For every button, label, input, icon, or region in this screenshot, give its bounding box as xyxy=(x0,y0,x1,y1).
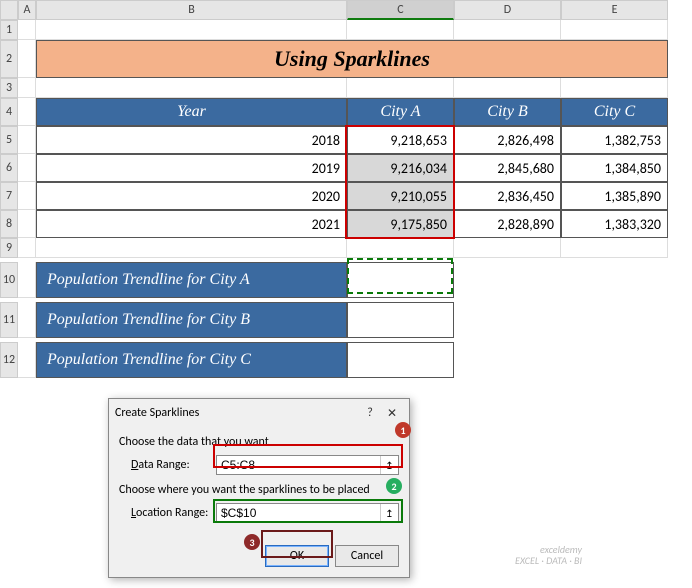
row-header-2[interactable]: 2 xyxy=(0,40,18,78)
collapse-dialog-icon-2[interactable]: ↥ xyxy=(380,504,398,522)
row-header-11[interactable]: 11 xyxy=(0,302,18,338)
cell-b1[interactable] xyxy=(36,20,347,40)
data-range-label: Data Range: xyxy=(131,458,216,472)
cell-d9[interactable] xyxy=(454,238,561,258)
dialog-section1-label: Choose the data that you want xyxy=(119,435,269,449)
cell-a10[interactable] xyxy=(18,262,36,298)
row-header-4[interactable]: 4 xyxy=(0,98,18,126)
cell-d6[interactable]: 2,845,680 xyxy=(454,154,561,182)
cell-a6[interactable] xyxy=(18,154,36,182)
cell-a5[interactable] xyxy=(18,126,36,154)
cell-c9[interactable] xyxy=(347,238,454,258)
select-all-corner[interactable] xyxy=(0,0,18,20)
row-header-8[interactable]: 8 xyxy=(0,210,18,238)
cell-b9[interactable] xyxy=(36,238,347,258)
cell-d8[interactable]: 2,828,890 xyxy=(454,210,561,238)
header-city-a: City A xyxy=(347,98,454,126)
cell-c8[interactable]: 9,175,850 xyxy=(347,210,454,238)
cell-c3[interactable] xyxy=(347,78,454,98)
callout-3-icon: 3 xyxy=(244,534,260,550)
cell-a2[interactable] xyxy=(18,40,36,78)
cell-e5[interactable]: 1,382,753 xyxy=(561,126,668,154)
row-header-12[interactable]: 12 xyxy=(0,342,18,378)
row-header-9[interactable]: 9 xyxy=(0,238,18,258)
cell-e9[interactable] xyxy=(561,238,668,258)
header-city-b: City B xyxy=(454,98,561,126)
page-title: Using Sparklines xyxy=(36,40,668,78)
row-header-10[interactable]: 10 xyxy=(0,262,18,298)
col-header-d[interactable]: D xyxy=(454,0,561,20)
header-year: Year xyxy=(36,98,347,126)
cell-c12[interactable] xyxy=(347,342,454,378)
row-header-5[interactable]: 5 xyxy=(0,126,18,154)
callout-1-icon: 1 xyxy=(395,422,411,438)
row-header-3[interactable]: 3 xyxy=(0,78,18,98)
location-range-input[interactable] xyxy=(217,504,380,522)
dialog-titlebar[interactable]: Create Sparklines ? ✕ xyxy=(109,399,409,427)
cell-e8[interactable]: 1,383,320 xyxy=(561,210,668,238)
data-range-input[interactable] xyxy=(217,456,380,474)
cell-a9[interactable] xyxy=(18,238,36,258)
callout-2-icon: 2 xyxy=(386,478,402,494)
cell-c5[interactable]: 9,218,653 xyxy=(347,126,454,154)
col-header-a[interactable]: A xyxy=(18,0,36,20)
row-header-1[interactable]: 1 xyxy=(0,20,18,40)
cell-year-2018[interactable]: 2018 xyxy=(36,126,347,154)
header-city-c: City C xyxy=(561,98,668,126)
col-header-c[interactable]: C xyxy=(347,0,454,20)
cell-c1[interactable] xyxy=(347,20,454,40)
dialog-title-text: Create Sparklines xyxy=(115,406,359,420)
create-sparklines-dialog: Create Sparklines ? ✕ Choose the data th… xyxy=(108,398,410,578)
trend-label-a: Population Trendline for City A xyxy=(36,262,347,298)
cell-a3[interactable] xyxy=(18,78,36,98)
cell-d1[interactable] xyxy=(454,20,561,40)
cell-a8[interactable] xyxy=(18,210,36,238)
trend-label-c: Population Trendline for City C xyxy=(36,342,347,378)
col-header-e[interactable]: E xyxy=(561,0,668,20)
trend-label-b: Population Trendline for City B xyxy=(36,302,347,338)
cell-c11[interactable] xyxy=(347,302,454,338)
row-header-7[interactable]: 7 xyxy=(0,182,18,210)
close-icon[interactable]: ✕ xyxy=(381,403,403,423)
cell-c7[interactable]: 9,210,055 xyxy=(347,182,454,210)
location-range-label: Location Range: xyxy=(131,506,216,520)
cell-e6[interactable]: 1,384,850 xyxy=(561,154,668,182)
cell-a11[interactable] xyxy=(18,302,36,338)
dialog-section2-label: Choose where you want the sparklines to … xyxy=(119,483,370,497)
cell-d3[interactable] xyxy=(454,78,561,98)
collapse-dialog-icon[interactable]: ↥ xyxy=(380,456,398,474)
column-header-row: A B C D E xyxy=(0,0,692,20)
cell-a4[interactable] xyxy=(18,98,36,126)
row-header-6[interactable]: 6 xyxy=(0,154,18,182)
cell-d7[interactable]: 2,836,450 xyxy=(454,182,561,210)
cell-a1[interactable] xyxy=(18,20,36,40)
cell-c6[interactable]: 9,216,034 xyxy=(347,154,454,182)
cell-d5[interactable]: 2,826,498 xyxy=(454,126,561,154)
cell-e3[interactable] xyxy=(561,78,668,98)
cancel-button[interactable]: Cancel xyxy=(335,545,399,567)
cell-year-2019[interactable]: 2019 xyxy=(36,154,347,182)
cell-a7[interactable] xyxy=(18,182,36,210)
cell-a12[interactable] xyxy=(18,342,36,378)
cell-b3[interactable] xyxy=(36,78,347,98)
cell-year-2021[interactable]: 2021 xyxy=(36,210,347,238)
dialog-help-button[interactable]: ? xyxy=(359,403,381,423)
cell-c10-sparkline-target[interactable] xyxy=(347,262,454,298)
cell-e1[interactable] xyxy=(561,20,668,40)
watermark: exceldemy EXCEL · DATA · BI xyxy=(515,544,582,566)
ok-button[interactable]: OK xyxy=(265,545,329,567)
cell-year-2020[interactable]: 2020 xyxy=(36,182,347,210)
col-header-b[interactable]: B xyxy=(36,0,347,20)
cell-e7[interactable]: 1,385,890 xyxy=(561,182,668,210)
